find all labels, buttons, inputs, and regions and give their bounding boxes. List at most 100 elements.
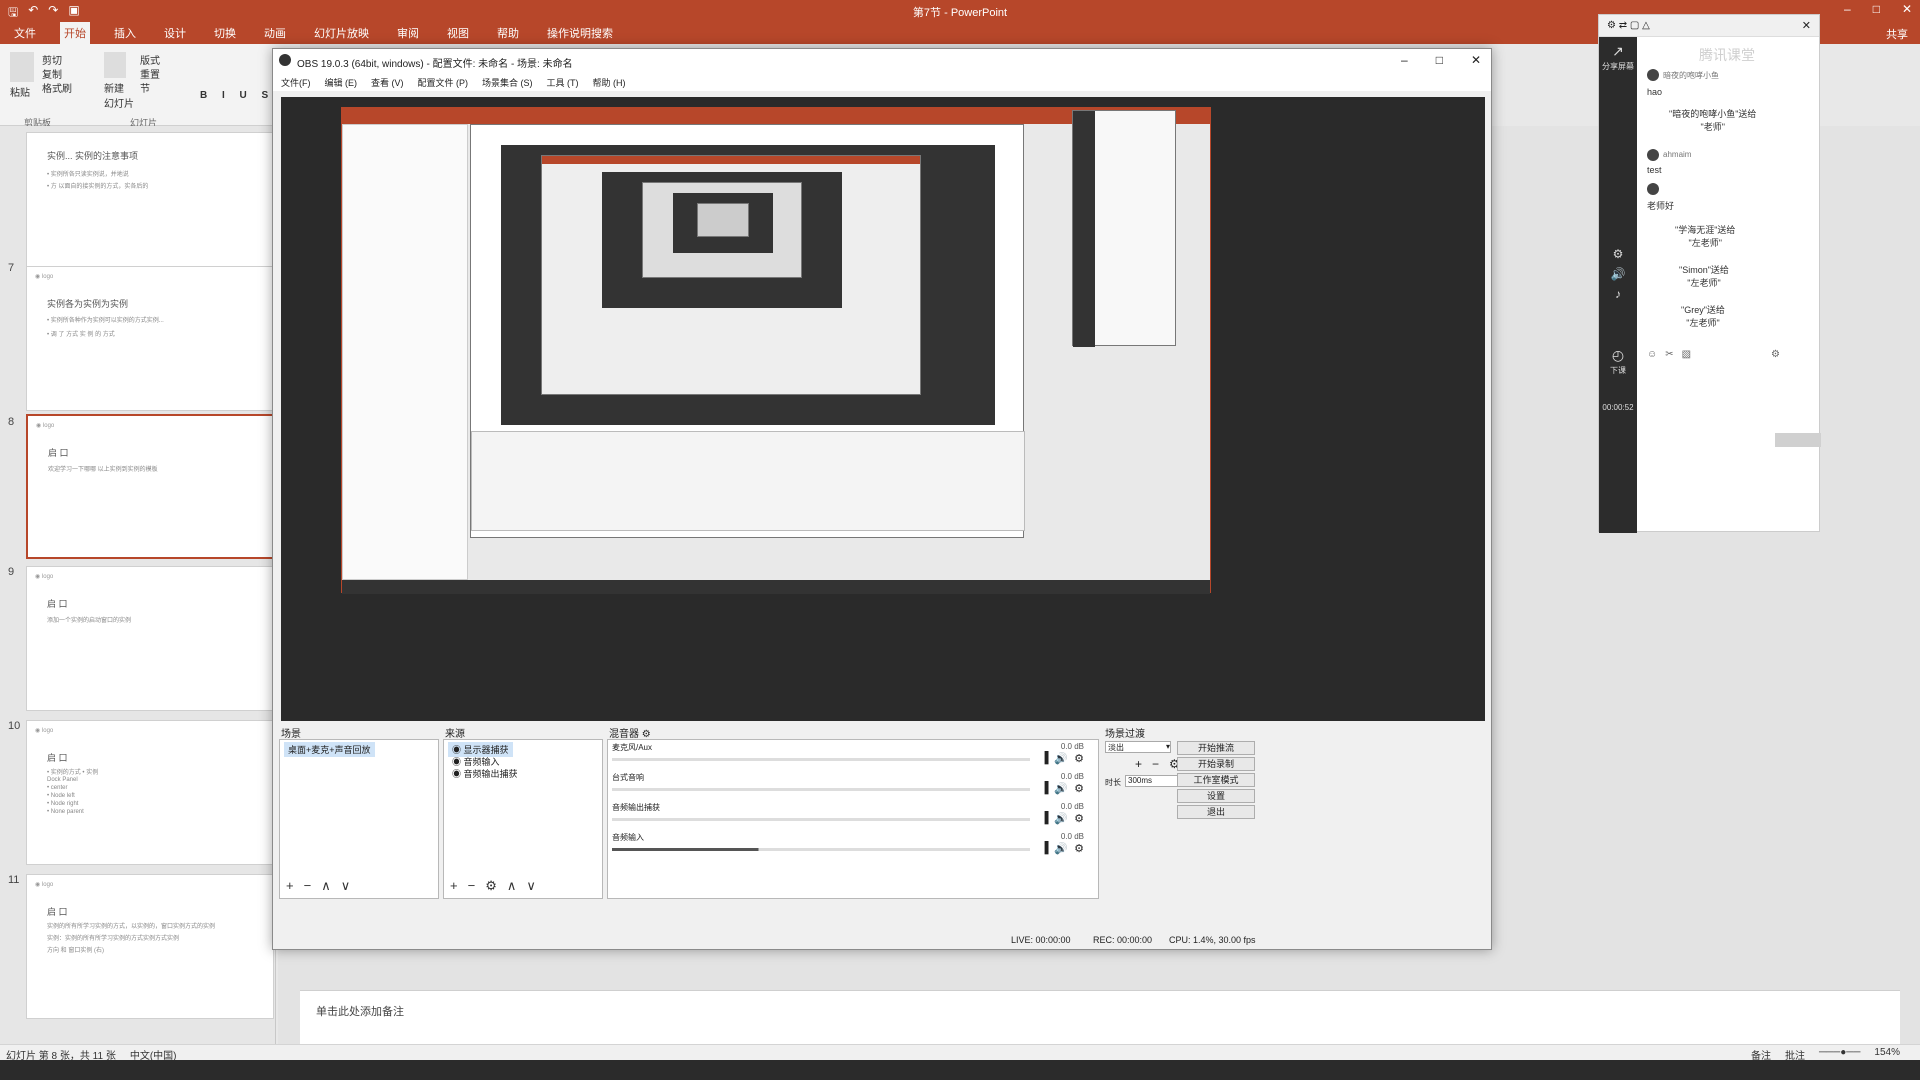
cut-button[interactable]: 剪切 bbox=[42, 52, 62, 67]
move-up-icon[interactable]: ∧ bbox=[321, 878, 331, 894]
settings-button[interactable]: 设置 bbox=[1177, 789, 1255, 803]
send-button[interactable] bbox=[1775, 433, 1821, 447]
emoji-icon[interactable]: ☺ bbox=[1647, 349, 1657, 360]
source-item[interactable]: ◉ 音频输出捕获 bbox=[448, 766, 522, 781]
close-icon[interactable]: ✕ bbox=[1902, 2, 1912, 16]
start-recording-button[interactable]: 开始录制 bbox=[1177, 757, 1255, 771]
toolbar-icons[interactable]: ⚙ ⇄ ▢ △ bbox=[1607, 20, 1650, 31]
menu-profile[interactable]: 配置文件 (P) bbox=[418, 76, 469, 89]
eye-icon[interactable]: ◉ bbox=[452, 769, 464, 779]
meter-icon: ▐ bbox=[1040, 782, 1049, 794]
ppt-statusbar: 幻灯片 第 8 张，共 11 张 中文(中国) 备注 批注 ───●── 154… bbox=[0, 1044, 1920, 1062]
maximize-icon[interactable]: □ bbox=[1873, 2, 1880, 16]
settings-icon[interactable]: ⚙ bbox=[1599, 247, 1637, 261]
slide-thumbnail[interactable]: ◉ logo 启 口 添加一个实例的启动窗口的实例 bbox=[26, 566, 274, 711]
share-screen-label[interactable]: 分享屏幕 bbox=[1599, 61, 1637, 72]
speaker-icon[interactable]: 🔊 bbox=[1599, 267, 1637, 281]
gear-icon[interactable]: ⚙ bbox=[1074, 752, 1084, 765]
transition-tools: + − ⚙ bbox=[1135, 757, 1180, 771]
gear-icon[interactable]: ⚙ bbox=[1074, 782, 1084, 795]
notes-pane[interactable]: 单击此处添加备注 bbox=[300, 990, 1900, 1044]
maximize-icon[interactable]: □ bbox=[1436, 53, 1443, 67]
start-streaming-button[interactable]: 开始推流 bbox=[1177, 741, 1255, 755]
close-icon[interactable]: ✕ bbox=[1802, 19, 1811, 32]
gear-icon[interactable]: ⚙ bbox=[1074, 812, 1084, 825]
layout-button[interactable]: 版式 bbox=[140, 52, 160, 67]
menu-tools[interactable]: 工具 (T) bbox=[547, 76, 579, 89]
tab-insert[interactable]: 插入 bbox=[110, 22, 140, 44]
add-icon[interactable]: + bbox=[450, 878, 458, 894]
scene-item[interactable]: 桌面+麦克+声音回放 bbox=[284, 742, 375, 757]
nested-obs-docks bbox=[471, 431, 1025, 531]
paste-icon[interactable] bbox=[10, 52, 34, 82]
tell-me-search[interactable]: 操作说明搜索 bbox=[543, 22, 617, 44]
slide-thumbnail[interactable]: ◉ logo 启 口 实例的所有所学习实例的方式，以实例的，窗口实例方式的实例 … bbox=[26, 874, 274, 1019]
slide-thumbnail[interactable]: ◉ logo 实例各为实例为实例 • 实例所各种作为实例可以实例的方式实例...… bbox=[26, 266, 274, 411]
speaker-icon[interactable]: 🔊 bbox=[1054, 752, 1068, 765]
volume-slider[interactable] bbox=[612, 788, 1030, 791]
tab-help[interactable]: 帮助 bbox=[493, 22, 523, 44]
gear-icon[interactable]: ⚙ bbox=[1771, 349, 1780, 360]
paste-button[interactable]: 粘贴 bbox=[10, 84, 30, 99]
font-style-buttons[interactable]: B I U S bbox=[200, 90, 274, 101]
share-button[interactable]: 共享 bbox=[1886, 26, 1908, 42]
add-icon[interactable]: + bbox=[1135, 757, 1142, 771]
menu-view[interactable]: 查看 (V) bbox=[371, 76, 404, 89]
transition-select[interactable]: 淡出 ▾ bbox=[1105, 741, 1171, 753]
tab-design[interactable]: 设计 bbox=[160, 22, 190, 44]
move-down-icon[interactable]: ∨ bbox=[341, 878, 351, 894]
slide-thumbnails-panel[interactable]: 实例... 实例的注意事项 • 实例所各只读实例说，并地说 • 方 以面自的接实… bbox=[0, 126, 276, 1044]
slide-thumbnail[interactable]: ◉ logo 启 口 • 实例的方式 • 实例 Dock Panel • cen… bbox=[26, 720, 274, 865]
copy-button[interactable]: 复制 bbox=[42, 66, 62, 81]
slide-thumbnail[interactable]: 实例... 实例的注意事项 • 实例所各只读实例说，并地说 • 方 以面自的接实… bbox=[26, 132, 274, 277]
menu-help[interactable]: 帮助 (H) bbox=[593, 76, 626, 89]
minimize-icon[interactable]: – bbox=[1401, 53, 1408, 67]
sources-dock: ◉ 显示器捕获 ◉ 音频输入 ◉ 音频输出捕获 + − ⚙ ∧ ∨ bbox=[443, 739, 603, 899]
exit-button[interactable]: 退出 bbox=[1177, 805, 1255, 819]
end-class-button[interactable]: 下课 bbox=[1599, 365, 1637, 376]
close-icon[interactable]: ✕ bbox=[1471, 53, 1481, 67]
section-button[interactable]: 节 bbox=[140, 80, 150, 95]
clock-icon[interactable]: ◴ bbox=[1599, 347, 1637, 364]
share-screen-icon[interactable]: ↗ bbox=[1599, 43, 1637, 60]
obs-preview[interactable] bbox=[281, 97, 1485, 721]
scenes-label: 场景 bbox=[281, 729, 301, 740]
reset-button[interactable]: 重置 bbox=[140, 66, 160, 81]
volume-slider[interactable] bbox=[612, 848, 1030, 851]
volume-slider[interactable] bbox=[612, 758, 1030, 761]
gear-icon[interactable]: ⚙ bbox=[1074, 842, 1084, 855]
tab-review[interactable]: 审阅 bbox=[393, 22, 423, 44]
speaker-icon[interactable]: 🔊 bbox=[1054, 842, 1068, 855]
studio-mode-button[interactable]: 工作室模式 bbox=[1177, 773, 1255, 787]
gear-icon[interactable]: ⚙ bbox=[485, 878, 497, 894]
tab-transitions[interactable]: 切换 bbox=[210, 22, 240, 44]
new-slide-button[interactable]: 新建 幻灯片 bbox=[104, 80, 134, 110]
tab-view[interactable]: 视图 bbox=[443, 22, 473, 44]
speaker-icon[interactable]: 🔊 bbox=[1054, 782, 1068, 795]
slide-thumbnail-selected[interactable]: ◉ logo 启 口 欢迎学习一下哪哪 以上实例到实例的模板 bbox=[26, 414, 274, 559]
speaker-icon[interactable]: 🔊 bbox=[1054, 812, 1068, 825]
nested-screen-2 bbox=[541, 155, 921, 395]
format-painter-button[interactable]: 格式刷 bbox=[42, 80, 72, 95]
move-up-icon[interactable]: ∧ bbox=[507, 878, 517, 894]
add-icon[interactable]: + bbox=[286, 878, 294, 894]
volume-slider[interactable] bbox=[612, 818, 1030, 821]
duration-input[interactable]: 300ms bbox=[1125, 775, 1185, 787]
music-icon[interactable]: ♪ bbox=[1599, 287, 1637, 301]
scissors-icon[interactable]: ✂ bbox=[1665, 349, 1673, 360]
menu-file[interactable]: 文件(F) bbox=[281, 76, 311, 89]
channel-name: 麦克风/Aux bbox=[612, 743, 653, 752]
move-down-icon[interactable]: ∨ bbox=[526, 878, 536, 894]
tab-slideshow[interactable]: 幻灯片放映 bbox=[310, 22, 373, 44]
image-icon[interactable]: ▧ bbox=[1682, 349, 1691, 360]
tab-file[interactable]: 文件 bbox=[10, 22, 40, 44]
remove-icon[interactable]: − bbox=[304, 878, 312, 894]
remove-icon[interactable]: − bbox=[1152, 757, 1159, 771]
tab-home[interactable]: 开始 bbox=[60, 22, 90, 44]
minimize-icon[interactable]: – bbox=[1844, 2, 1851, 16]
menu-scene-collection[interactable]: 场景集合 (S) bbox=[482, 76, 533, 89]
menu-edit[interactable]: 编辑 (E) bbox=[325, 76, 358, 89]
remove-icon[interactable]: − bbox=[468, 878, 476, 894]
new-slide-icon[interactable] bbox=[104, 52, 126, 78]
tab-animations[interactable]: 动画 bbox=[260, 22, 290, 44]
